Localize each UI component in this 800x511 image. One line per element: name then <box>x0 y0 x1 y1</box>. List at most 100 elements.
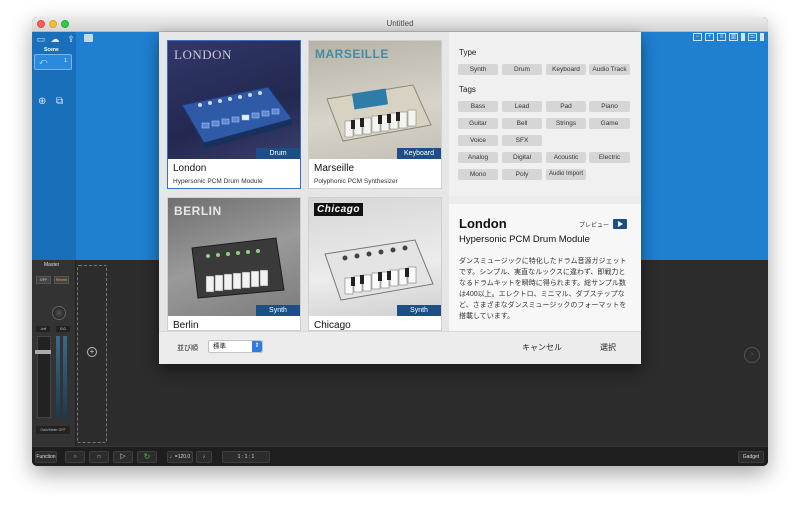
fader-handle[interactable] <box>35 350 51 354</box>
chicago-artwork: Chicago Synth <box>309 198 441 316</box>
tag-chip-lead[interactable]: Lead <box>502 101 542 112</box>
cloud-icon[interactable]: ☁ <box>50 34 60 44</box>
tag-chip-game[interactable]: Game <box>589 118 630 129</box>
sort-order-select[interactable]: 標準 ⇕ <box>208 340 263 353</box>
metronome-button[interactable]: ♪ <box>196 451 212 463</box>
add-scene-icon[interactable]: ⊕ <box>38 96 46 107</box>
add-track-icon[interactable]: + <box>87 347 97 357</box>
play-button[interactable]: ▷ <box>113 451 133 463</box>
sort-label: 並び順 <box>177 345 198 352</box>
tag-chip-bell[interactable]: Bell <box>502 118 542 129</box>
tile-name: London <box>173 163 207 174</box>
scene-label: Scene <box>44 47 59 53</box>
reverb-button[interactable]: Reverb <box>54 276 69 284</box>
cancel-button[interactable]: キャンセル <box>522 342 562 353</box>
select-button[interactable]: 選択 <box>600 342 616 353</box>
gadget-tile-grid: LONDON Drum London Hypersonic PCM Drum M… <box>159 32 449 331</box>
tempo-display[interactable]: ♩=120.0 <box>167 451 193 463</box>
bass-synth-image <box>324 239 434 301</box>
tile-name: Berlin <box>173 320 199 331</box>
tag-chip-analog[interactable]: Analog <box>458 152 498 163</box>
level-meter-right <box>63 336 67 418</box>
plus-icon[interactable]: + <box>705 33 714 41</box>
type-chip-audio-track[interactable]: Audio Track <box>589 64 630 75</box>
mixer-view-icon[interactable]: ≡ <box>717 33 726 41</box>
tag-chip-sfx[interactable]: SFX <box>502 135 542 146</box>
window-title: Untitled <box>386 19 414 28</box>
detail-title: London <box>459 216 507 231</box>
folder-icon[interactable]: ▭ <box>36 34 46 44</box>
tag-chip-voice[interactable]: Voice <box>458 135 498 146</box>
type-chip-synth[interactable]: Synth <box>458 64 498 75</box>
filter-panel: Type Synth Drum Keyboard Audio Track Tag… <box>449 32 641 196</box>
tile-name: Chicago <box>314 320 351 331</box>
mixer-value-left: -inf <box>36 326 50 332</box>
pan-knob[interactable] <box>52 306 66 320</box>
gadget-tile-chicago[interactable]: Chicago Synth Chicago <box>308 197 442 331</box>
tag-chip-acoustic[interactable]: Acoustic <box>546 152 586 163</box>
london-artwork: LONDON Drum <box>168 41 300 159</box>
keyboard-synth-image <box>326 84 432 142</box>
title-bar: Untitled <box>32 17 768 32</box>
meter-view-icon[interactable]: ▥ <box>729 33 738 41</box>
preview-play-button[interactable] <box>613 219 627 229</box>
view-toolbar: − + ≡ ▥ ☰ <box>693 33 764 43</box>
tag-chip-poly[interactable]: Poly <box>502 169 542 180</box>
gadget-tile-london[interactable]: LONDON Drum London Hypersonic PCM Drum M… <box>167 40 301 189</box>
minus-icon[interactable]: − <box>693 33 702 41</box>
duplicate-scene-icon[interactable]: ⧉ <box>56 96 63 107</box>
preview-label: プレビュー <box>579 223 610 229</box>
record-button[interactable]: ○ <box>65 451 85 463</box>
gadget-browser-dialog: LONDON Drum London Hypersonic PCM Drum M… <box>159 32 641 364</box>
tag-chip-strings[interactable]: Strings <box>546 118 586 129</box>
chevron-updown-icon: ⇕ <box>252 341 262 352</box>
loop-button[interactable]: ↻ <box>137 451 157 463</box>
tag-chip-audio-import[interactable]: Audio Import <box>546 169 586 180</box>
badge-icon[interactable] <box>84 34 93 42</box>
detail-description: ダンスミュージックに特化したドラム音源ガジェットです。シンプル、実直なルックスに… <box>459 258 627 320</box>
transport-bar: Function ○ □ ▷ ↻ ♩=120.0 ♪ 1 : 1 : 1 Gad… <box>32 446 768 466</box>
tile-category-tag: Synth <box>397 305 441 316</box>
type-heading: Type <box>459 48 477 57</box>
mixer-value-right: 0.0 <box>56 326 70 332</box>
tag-chip-pad[interactable]: Pad <box>546 101 586 112</box>
share-icon[interactable]: ⇪ <box>66 34 76 44</box>
drum-machine-image <box>181 86 293 149</box>
gadget-detail-panel: London Hypersonic PCM Drum Module プレビュー … <box>449 204 641 331</box>
berlin-artwork: BERLIN Synth <box>168 198 300 316</box>
tile-subtitle: Hypersonic PCM Drum Module <box>173 178 263 185</box>
gadget-side-panel: Type Synth Drum Keyboard Audio Track Tag… <box>449 32 641 331</box>
function-button[interactable]: Function <box>35 451 57 463</box>
tag-chip-digital[interactable]: Digital <box>502 152 542 163</box>
synth-image <box>191 237 285 299</box>
tile-category-tag: Drum <box>256 148 300 159</box>
tag-chip-electric[interactable]: Electric <box>589 152 630 163</box>
stop-button[interactable]: □ <box>89 451 109 463</box>
tag-chip-bass[interactable]: Bass <box>458 101 498 112</box>
level-meter-left <box>56 336 60 418</box>
tag-chip-guitar[interactable]: Guitar <box>458 118 498 129</box>
master-label: Master <box>44 262 60 268</box>
layout-icon[interactable] <box>741 33 745 41</box>
master-mixer: Master OFF Reverb -inf 0.0 Gain/Meter OF… <box>32 260 76 446</box>
tile-subtitle: Polyphonic PCM Synthesizer <box>314 178 398 185</box>
scene-cell[interactable]: ⤺ 1 <box>34 54 72 70</box>
tags-heading: Tags <box>459 85 476 94</box>
list-view-icon[interactable]: ☰ <box>748 33 757 41</box>
tag-chip-mono[interactable]: Mono <box>458 169 498 180</box>
dialog-footer: 並び順 標準 ⇕ キャンセル 選択 <box>159 331 641 364</box>
gain-meter-toggle[interactable]: Gain/Meter OFF <box>36 426 70 434</box>
tag-chip-piano[interactable]: Piano <box>589 101 630 112</box>
type-chip-drum[interactable]: Drum <box>502 64 542 75</box>
scroll-right-icon[interactable]: › <box>744 347 760 363</box>
scene-edit-icon: ⤺ <box>39 57 48 66</box>
mixer-off-button[interactable]: OFF <box>36 276 51 284</box>
gadget-tile-marseille[interactable]: MARSEILLE Keyboard Marseille Polyphonic … <box>308 40 442 189</box>
gadget-tile-berlin[interactable]: BERLIN Synth Berlin <box>167 197 301 331</box>
tile-category-tag: Keyboard <box>397 148 441 159</box>
panel-toggle-icon[interactable] <box>760 33 764 41</box>
detail-subtitle: Hypersonic PCM Drum Module <box>459 234 590 245</box>
gadget-button[interactable]: Gadget <box>738 451 764 463</box>
type-chip-keyboard[interactable]: Keyboard <box>546 64 586 75</box>
volume-fader[interactable] <box>37 336 51 418</box>
